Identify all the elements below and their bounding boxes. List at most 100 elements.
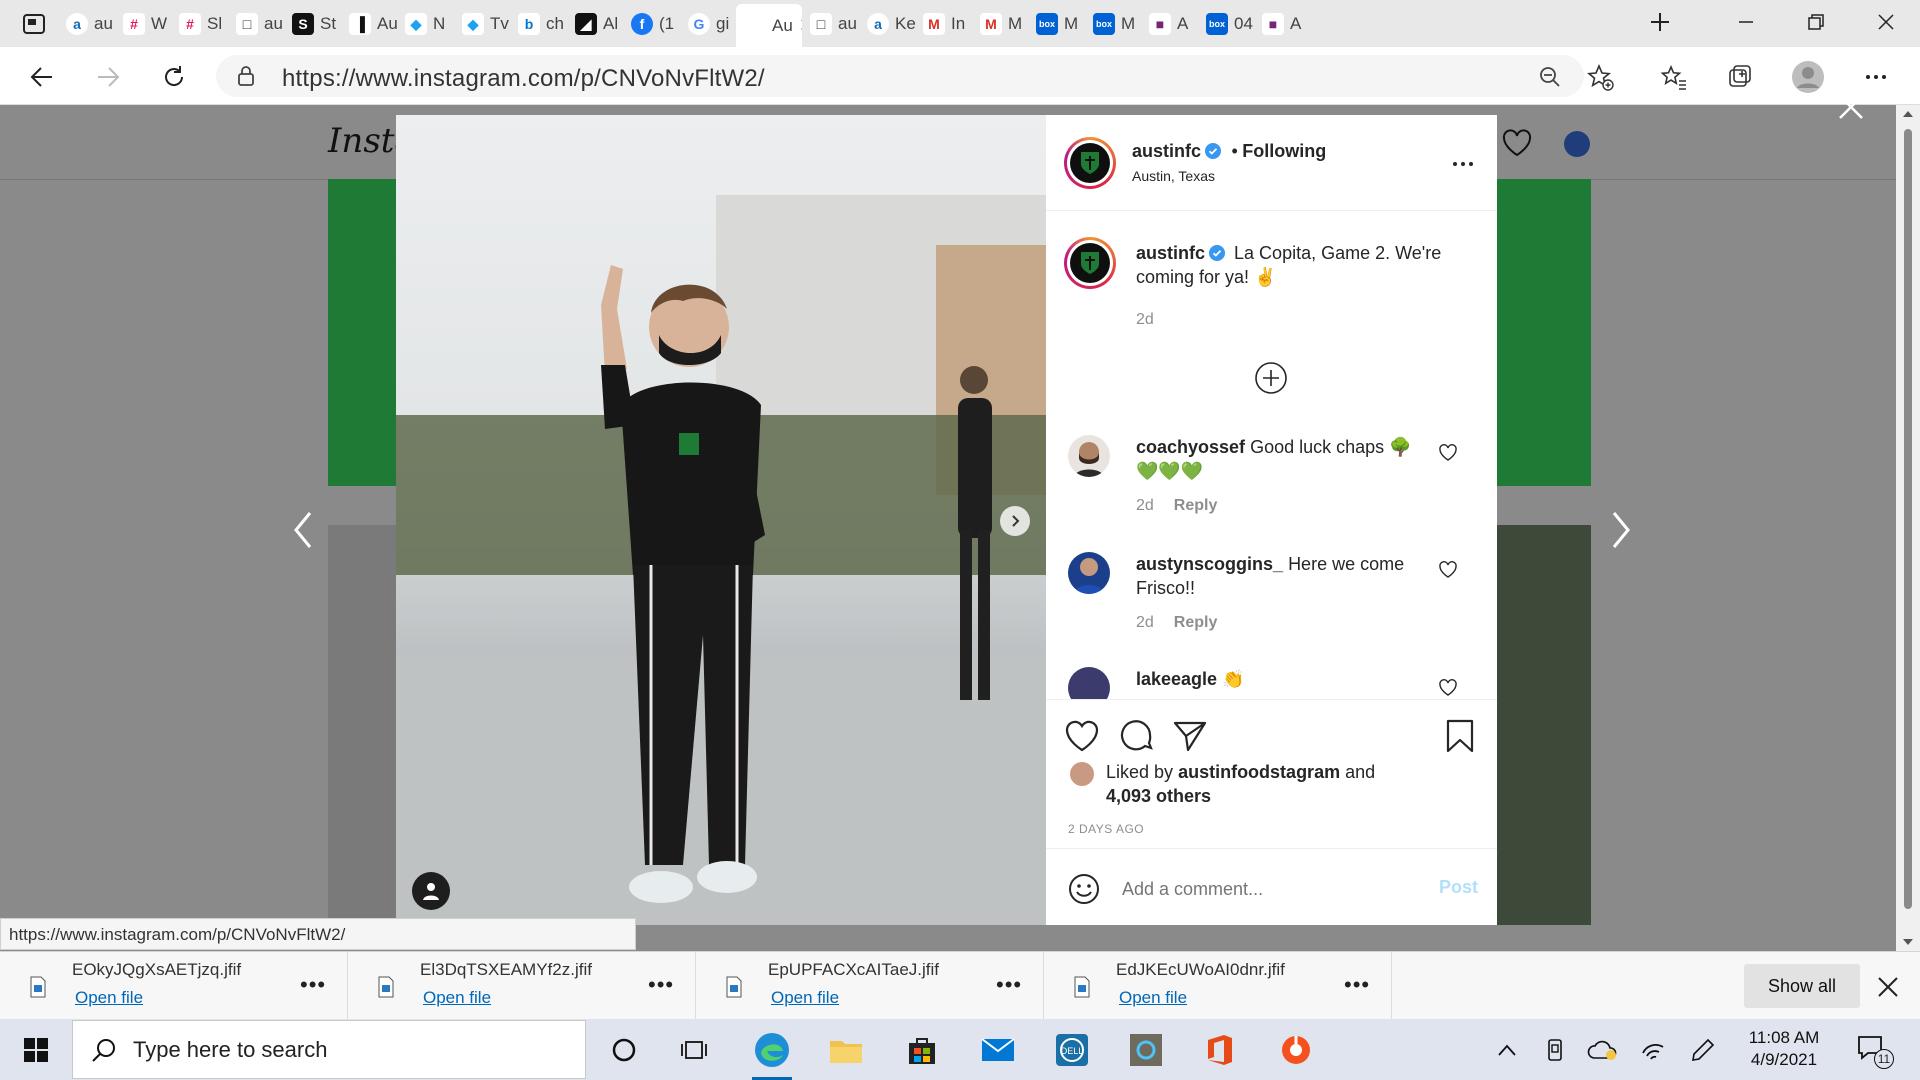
liker-avatar[interactable] — [1070, 762, 1094, 786]
tray-wifi-button[interactable] — [1636, 1033, 1670, 1067]
browser-tab[interactable]: Ggi — [680, 6, 737, 42]
post-photo[interactable] — [396, 115, 1046, 925]
download-item[interactable]: EOkyJQgXsAETjzq.jfif Open file ••• — [0, 952, 348, 1020]
browser-tab[interactable]: ■ A — [1254, 6, 1311, 42]
caption-username[interactable]: austinfc — [1136, 243, 1205, 263]
background-post-thumbnail[interactable] — [328, 179, 398, 486]
like-heart-icon[interactable] — [1064, 718, 1100, 754]
comment-age[interactable]: 2d — [1136, 497, 1154, 514]
cortana-button[interactable] — [594, 1025, 654, 1075]
post-age[interactable]: 2 DAYS AGO — [1068, 822, 1144, 836]
commenter-avatar[interactable] — [1068, 435, 1110, 477]
background-post-thumbnail[interactable] — [328, 525, 398, 925]
comment-username[interactable]: austynscoggins_ — [1136, 554, 1283, 574]
download-more-options-icon[interactable]: ••• — [300, 972, 326, 998]
browser-tab[interactable]: # Sl — [171, 6, 228, 42]
action-center-button[interactable]: 11 — [1856, 1033, 1896, 1069]
post-comment-button[interactable]: Post — [1439, 877, 1478, 898]
browser-tab[interactable]: a au — [58, 6, 115, 42]
show-all-downloads-button[interactable]: Show all — [1744, 964, 1860, 1008]
collections-button[interactable] — [1722, 59, 1758, 95]
comment-bubble-icon[interactable] — [1118, 718, 1154, 754]
close-window-button[interactable] — [1856, 6, 1916, 38]
url-text[interactable]: https://www.instagram.com/p/CNVoNvFltW2/ — [282, 65, 765, 93]
start-button[interactable] — [0, 1019, 72, 1080]
browser-tab[interactable]: ◆ Tv — [454, 6, 511, 42]
taskbar-search-box[interactable]: Type here to search — [72, 1020, 586, 1079]
tray-onedrive-button[interactable] — [1586, 1033, 1620, 1067]
open-file-link[interactable]: Open file — [75, 988, 143, 1008]
task-view-button[interactable] — [664, 1025, 724, 1075]
profile-avatar[interactable] — [1564, 131, 1590, 157]
like-comment-heart-icon[interactable] — [1439, 561, 1457, 579]
browser-tab[interactable]: □ au — [802, 6, 859, 42]
zoom-out-icon[interactable] — [1538, 65, 1562, 89]
load-more-comments-button[interactable] — [1254, 361, 1288, 395]
taskbar-office[interactable] — [1190, 1025, 1250, 1075]
open-file-link[interactable]: Open file — [1119, 988, 1187, 1008]
commenter-avatar[interactable] — [1068, 552, 1110, 594]
author-username[interactable]: austinfc — [1132, 141, 1201, 161]
download-item[interactable]: EpUPFACXcAITaeJ.jfif Open file ••• — [696, 952, 1044, 1020]
browser-tab[interactable]: S St — [284, 6, 341, 42]
browser-tab[interactable]: ▐ Au — [341, 6, 398, 42]
browser-tab[interactable]: ◢ Al — [567, 6, 624, 42]
share-paper-plane-icon[interactable] — [1172, 718, 1208, 754]
comment-username[interactable]: coachyossef — [1136, 437, 1245, 457]
close-modal-button[interactable] — [1836, 92, 1866, 122]
background-post-thumbnail[interactable] — [1496, 179, 1591, 486]
profile-button[interactable] — [1790, 59, 1826, 95]
reply-button[interactable]: Reply — [1174, 614, 1218, 631]
browser-tab[interactable]: □ au — [228, 6, 285, 42]
heart-icon[interactable] — [1502, 129, 1532, 157]
post-location[interactable]: Austin, Texas — [1132, 168, 1215, 184]
author-avatar[interactable] — [1064, 137, 1116, 189]
taskbar-cortana-app[interactable] — [1116, 1025, 1176, 1075]
address-bar[interactable]: https://www.instagram.com/p/CNVoNvFltW2/ — [216, 55, 1584, 97]
open-file-link[interactable]: Open file — [771, 988, 839, 1008]
caption-age[interactable]: 2d — [1136, 311, 1154, 329]
taskbar-clock[interactable]: 11:08 AM 4/9/2021 — [1736, 1027, 1832, 1071]
back-button[interactable] — [24, 59, 60, 95]
tab-actions-menu-icon[interactable] — [20, 10, 48, 38]
taskbar-store[interactable] — [892, 1025, 952, 1075]
comment-age[interactable]: 2d — [1136, 614, 1154, 631]
refresh-button[interactable] — [156, 59, 192, 95]
following-button[interactable]: Following — [1242, 141, 1326, 161]
liked-by-user[interactable]: austinfoodstagram — [1178, 762, 1340, 782]
download-item[interactable]: EdJKEcUWoAI0dnr.jfif Open file ••• — [1044, 952, 1392, 1020]
minimize-button[interactable] — [1716, 6, 1776, 38]
comment-username[interactable]: lakeeagle — [1136, 669, 1217, 689]
browser-tab[interactable]: box M — [1085, 6, 1142, 42]
taskbar-mail[interactable] — [968, 1025, 1028, 1075]
taskbar-edge[interactable] — [742, 1025, 802, 1080]
more-options-icon[interactable] — [1451, 152, 1475, 176]
save-bookmark-icon[interactable] — [1442, 718, 1478, 754]
open-file-link[interactable]: Open file — [423, 988, 491, 1008]
background-post-thumbnail[interactable] — [1496, 525, 1591, 925]
download-more-options-icon[interactable]: ••• — [1344, 972, 1370, 998]
previous-post-button[interactable] — [284, 505, 324, 555]
download-item[interactable]: El3DqTSXEAMYf2z.jfif Open file ••• — [348, 952, 696, 1020]
scrollbar-thumb[interactable] — [1904, 129, 1912, 909]
caption-avatar[interactable] — [1064, 237, 1116, 289]
browser-tab[interactable]: box M — [1028, 6, 1085, 42]
show-hidden-icons-button[interactable] — [1490, 1033, 1524, 1067]
forward-button[interactable] — [90, 59, 126, 95]
browser-tab[interactable]: # W — [115, 6, 172, 42]
page-scrollbar[interactable] — [1896, 105, 1920, 953]
close-downloads-bar-button[interactable] — [1875, 974, 1901, 1000]
carousel-next-button[interactable] — [1000, 506, 1030, 536]
likes-others[interactable]: 4,093 others — [1106, 786, 1211, 806]
commenter-avatar[interactable] — [1068, 667, 1110, 699]
settings-more-button[interactable] — [1858, 59, 1894, 95]
new-tab-button[interactable] — [1630, 6, 1690, 38]
download-more-options-icon[interactable]: ••• — [996, 972, 1022, 998]
comment-input[interactable] — [1122, 875, 1422, 903]
browser-tab[interactable]: MM — [972, 6, 1029, 42]
emoji-picker-icon[interactable] — [1068, 873, 1100, 905]
taskbar-app-orange[interactable] — [1266, 1025, 1326, 1075]
browser-tab[interactable]: ■ A — [1141, 6, 1198, 42]
lock-icon[interactable] — [236, 65, 256, 87]
browser-tab[interactable]: a Ke — [859, 6, 916, 42]
